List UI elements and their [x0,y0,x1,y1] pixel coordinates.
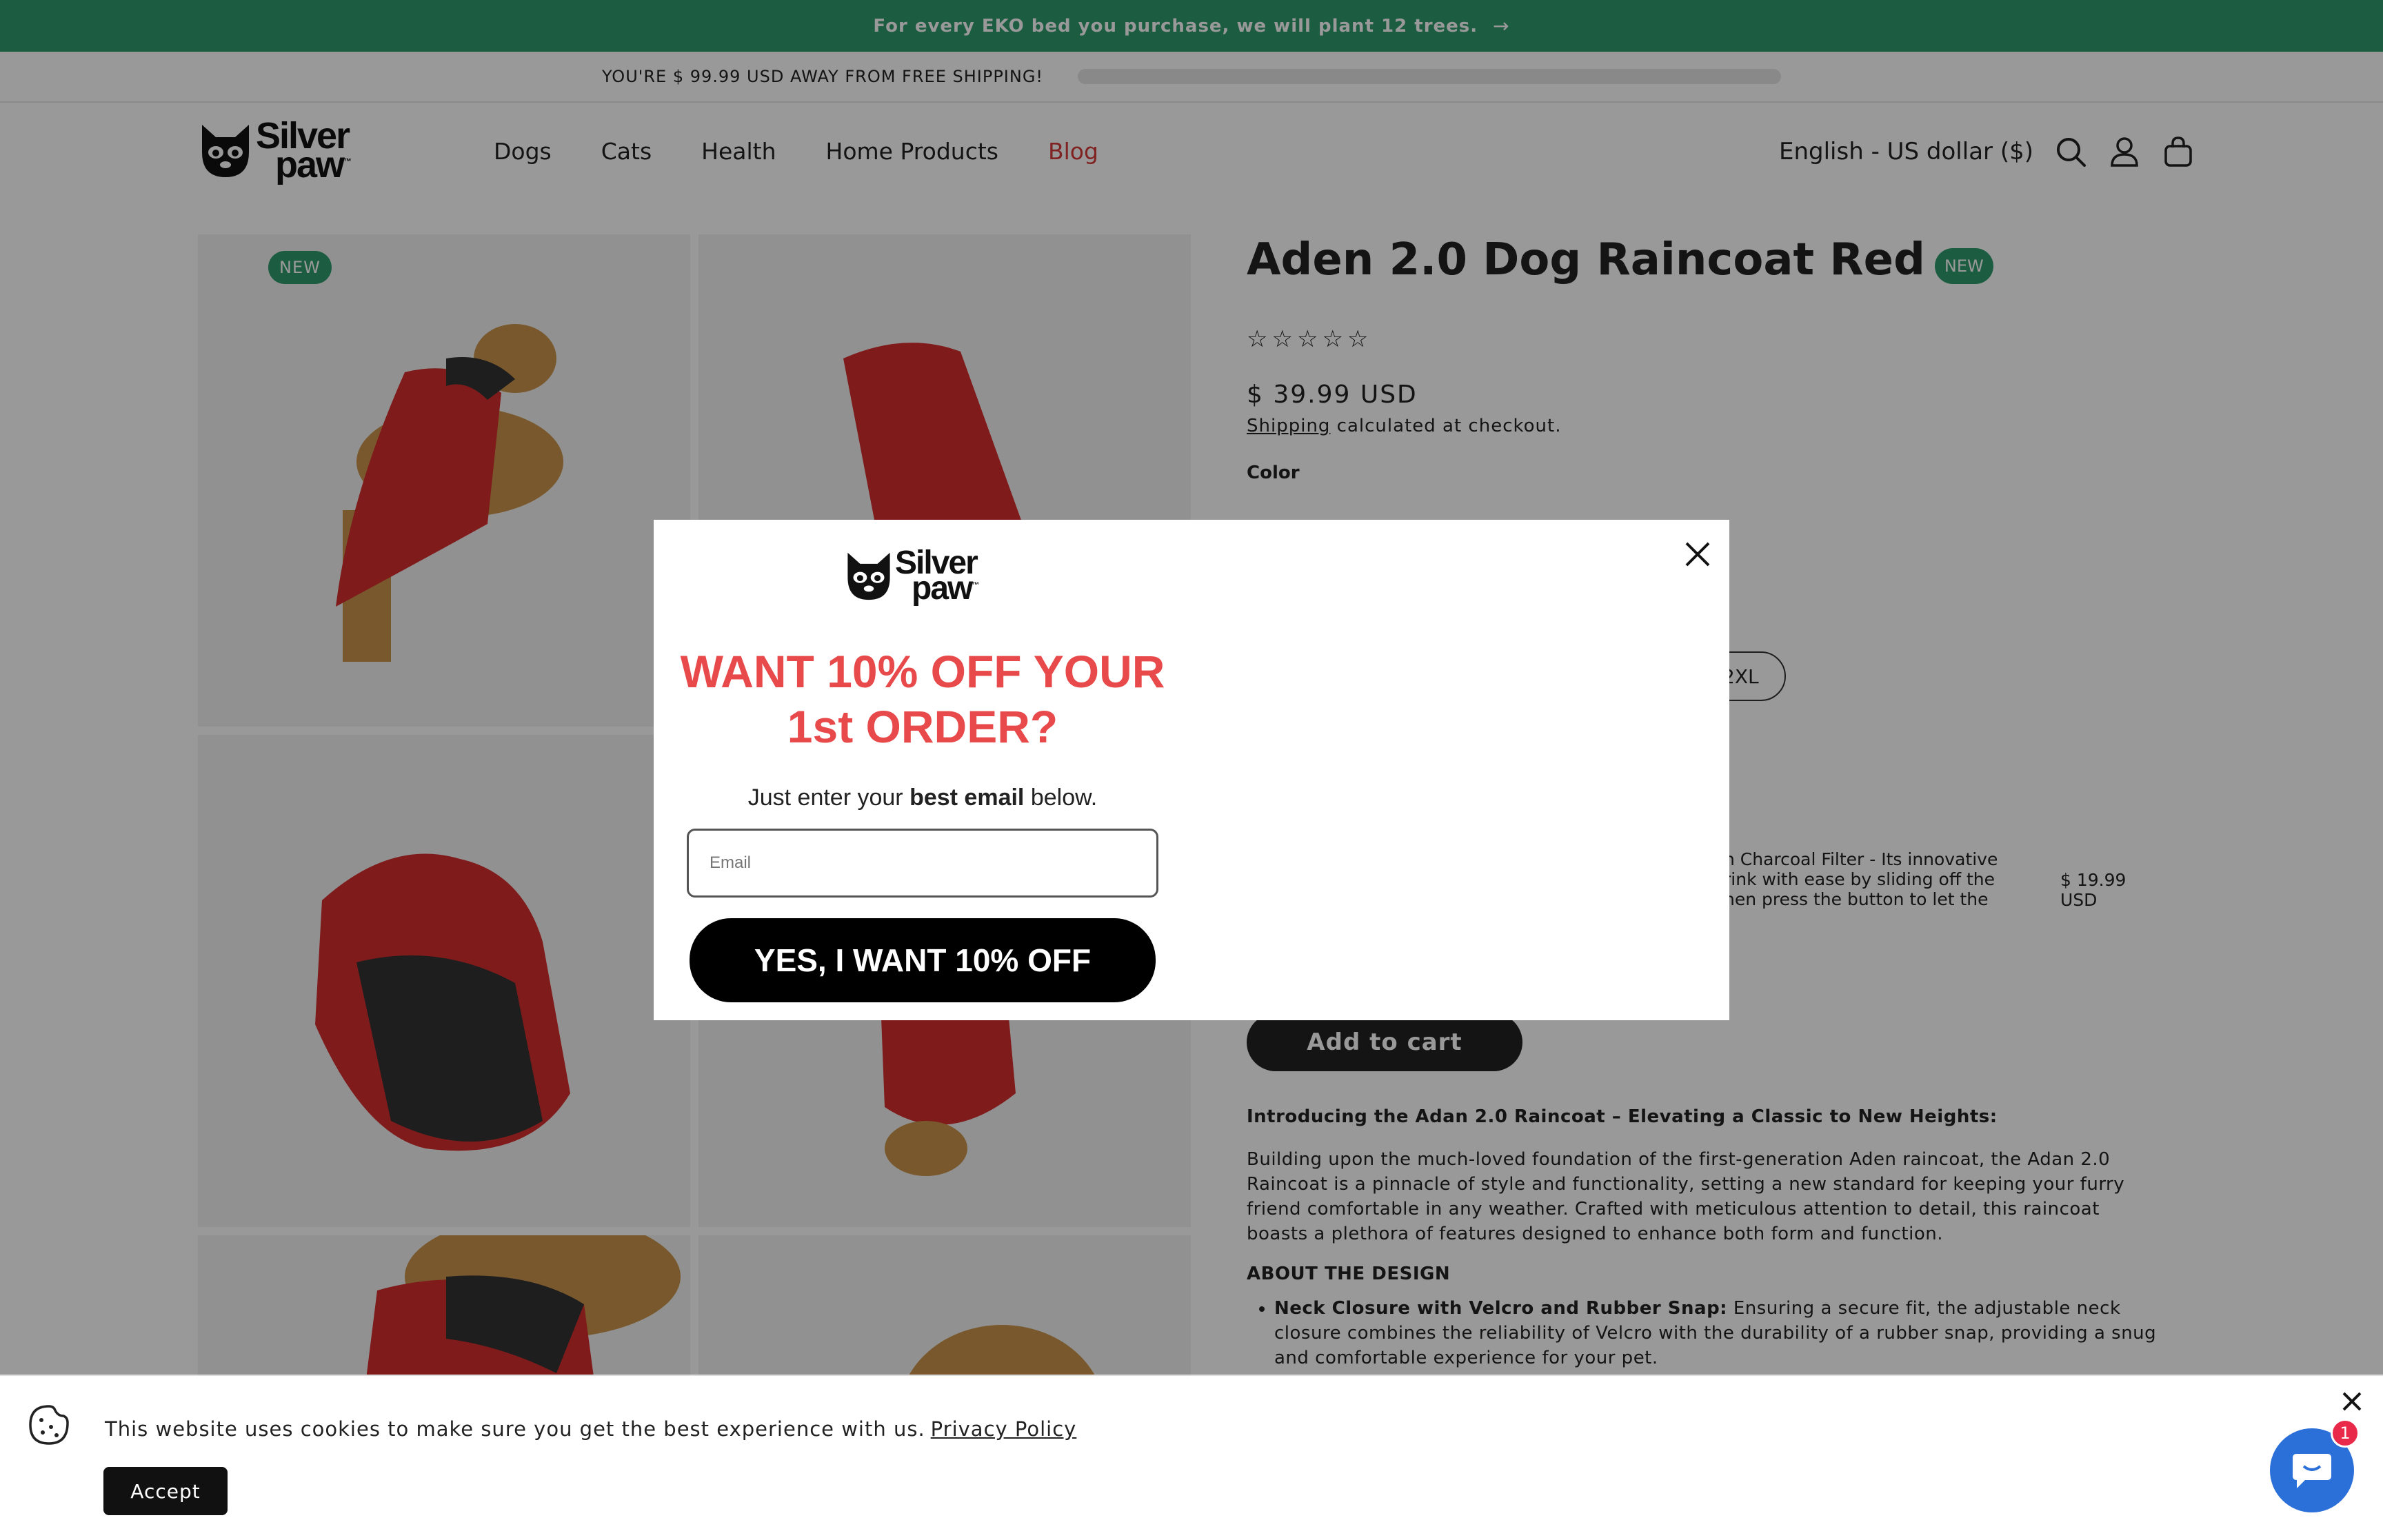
cookie-message: This website uses cookies to make sure y… [105,1417,1076,1441]
popup-headline-line-1: WANT 10% OFF YOUR [680,646,1165,697]
cookie-icon [29,1405,69,1445]
claim-discount-button[interactable]: YES, I WANT 10% OFF [690,918,1156,1002]
email-field[interactable] [687,829,1158,898]
popup-headline: WANT 10% OFF YOUR 1st ORDER? [654,644,1192,754]
popup-logo: Silver paw™ [844,546,979,607]
bulldog-logo-icon [847,553,890,600]
chat-bubble-icon [2293,1454,2331,1488]
close-icon[interactable] [2340,1390,2364,1413]
chat-unread-badge: 1 [2331,1419,2360,1448]
close-icon[interactable] [1682,539,1713,569]
accept-cookies-button[interactable]: Accept [103,1467,228,1515]
popup-headline-line-2: 1st ORDER? [787,701,1058,752]
popup-subtext: Just enter your best email below. [747,784,1098,811]
discount-popup: Silver paw™ WANT 10% OFF YOUR 1st ORDER?… [654,520,1729,1020]
cookie-banner: This website uses cookies to make sure y… [0,1375,2383,1540]
privacy-policy-link[interactable]: Privacy Policy [931,1417,1077,1441]
cookie-text: This website uses cookies to make sure y… [105,1417,925,1441]
popup-logo-word-2: paw™ [912,570,979,607]
